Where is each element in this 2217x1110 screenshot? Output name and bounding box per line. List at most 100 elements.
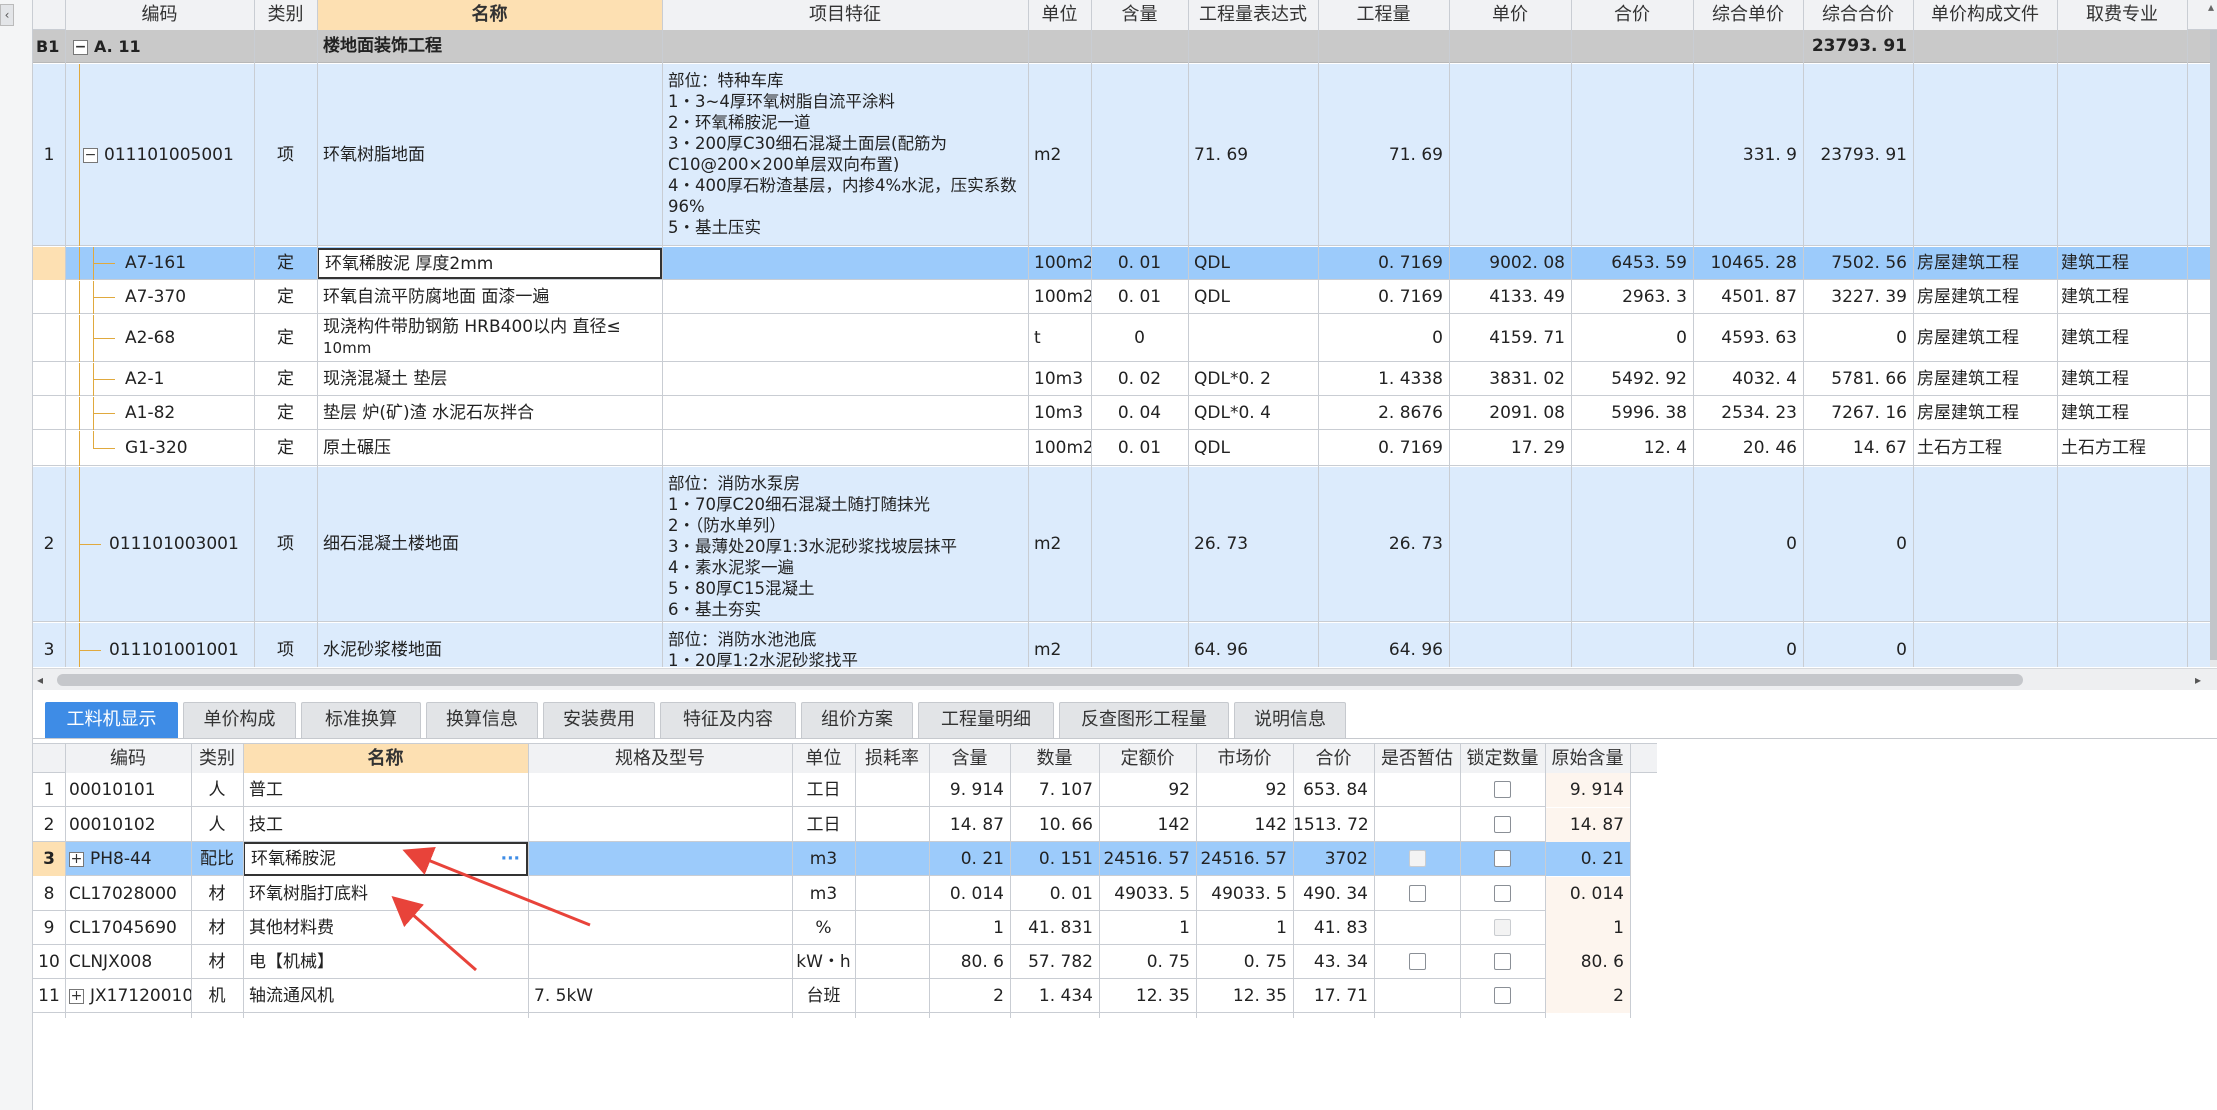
material-spec[interactable]: 7. 5kW [528,979,792,1013]
material-market-price[interactable]: 1 [1196,911,1293,945]
material-loss-rate[interactable] [855,842,929,876]
col-header-code[interactable]: 编码 [65,744,191,774]
col-header-expr[interactable]: 工程量表达式 [1188,0,1318,30]
material-name[interactable]: 轴流通风机 [243,979,528,1013]
col-header-price-file[interactable]: 单价构成文件 [1913,0,2057,30]
material-loss-rate[interactable] [855,979,929,1013]
lock-qty-cell[interactable] [1460,945,1545,979]
sub-name-editor[interactable]: 环氧稀胺泥 厚度2mm [317,248,662,279]
sub-expr[interactable]: QDL [1188,431,1318,466]
material-content[interactable]: 0. 21 [929,842,1010,876]
lock-qty-checkbox[interactable] [1494,780,1511,798]
lock-qty-cell[interactable] [1460,773,1545,807]
lock-qty-cell[interactable] [1460,979,1545,1013]
lock-qty-checkbox[interactable] [1494,849,1511,867]
sub-name[interactable]: 现浇混凝土 垫层 [317,363,662,396]
col-header-fee-major[interactable]: 取费专业 [2057,0,2187,30]
material-loss-rate[interactable] [855,945,929,979]
col-header-name[interactable]: 名称 [243,744,528,774]
material-loss-rate[interactable] [855,773,929,807]
col-header-qty[interactable]: 工程量 [1318,0,1449,30]
material-spec[interactable] [528,911,792,945]
name-editor-text[interactable]: 环氧稀胺泥 [251,849,336,869]
item-feature[interactable]: 部位：特种车库 1・3~4厚环氧树脂自流平涂料 2・环氧稀胺泥一道 3・200厚C30… [662,64,1028,246]
expand-icon[interactable]: + [69,988,84,1004]
sub-row[interactable]: A2-68 定 现浇构件带肋钢筋 HRB400以内 直径≤ 10mm t 0 0 … [33,315,2210,362]
material-row[interactable]: 1 00010101 人普工 工日 9. 914 7. 107 92 92 653. 84 9. … [33,773,1630,807]
sub-expr[interactable]: QDL [1188,247,1318,280]
material-market-price[interactable]: 142 [1196,808,1293,842]
sub-name[interactable]: 垫层 炉(矿)渣 水泥石灰拌合 [317,397,662,430]
estimate-checkbox[interactable] [1408,952,1426,970]
col-header-market-price[interactable]: 市场价 [1196,744,1293,774]
estimate-cell[interactable] [1374,911,1460,945]
col-header-content[interactable]: 含量 [1091,0,1188,30]
col-header-type[interactable]: 类别 [254,0,317,30]
material-market-price[interactable]: 24516. 57 [1196,842,1293,876]
lock-qty-cell[interactable] [1460,877,1545,911]
material-quantity[interactable]: 0. 01 [1010,877,1099,911]
item-expr[interactable]: 64. 96 [1188,633,1318,667]
col-header-code[interactable]: 编码 [65,0,254,30]
col-header-feature[interactable]: 项目特征 [662,0,1028,30]
material-name[interactable]: 普工 [243,773,528,807]
material-name[interactable]: 电【机械】 [243,945,528,979]
tab-standard-conversion[interactable]: 标准换算 [301,702,421,738]
material-content[interactable]: 80. 6 [929,945,1010,979]
lock-qty-cell[interactable] [1460,911,1545,945]
item-name[interactable]: 环氧树脂地面 [317,64,662,246]
material-loss-rate[interactable] [855,911,929,945]
sub-row[interactable]: A1-82 定 垫层 炉(矿)渣 水泥石灰拌合 10m3 0. 04 QDL*0… [33,397,2210,430]
expand-icon[interactable]: + [69,851,84,867]
col-header-name[interactable]: 名称 [317,0,662,30]
col-header-comp-total[interactable]: 综合合价 [1803,0,1913,30]
col-header-spec[interactable]: 规格及型号 [528,744,792,774]
sub-row[interactable]: A7-161 定 环氧稀胺泥 厚度2mm 100m2 0. 01 QDL 0. … [33,247,2210,280]
material-content[interactable]: 0. 014 [929,877,1010,911]
scroll-left-icon[interactable]: ◂ [37,669,51,691]
material-quantity[interactable]: 10. 66 [1010,808,1099,842]
item-feature[interactable]: 部位：消防水池池底 1・20厚1:2水泥砂浆找平 [662,623,1028,667]
sub-expr[interactable]: QDL [1188,281,1318,314]
collapse-left-icon[interactable]: ‹ [0,4,14,26]
item-row-1[interactable]: 1 −011101005001 项 环氧树脂地面 部位：特种车库 1・3~4厚环氧… [33,64,2210,246]
item-name[interactable]: 水泥砂浆楼地面 [317,633,662,667]
material-spec[interactable] [528,945,792,979]
col-header-total[interactable]: 合价 [1571,0,1693,30]
lock-qty-checkbox[interactable] [1494,986,1511,1004]
sub-row[interactable]: G1-320 定 原土碾压 100m2 0. 01 QDL 0. 7169 17… [33,431,2210,466]
material-name[interactable]: 技工 [243,808,528,842]
col-header-unit[interactable]: 单位 [792,744,855,774]
estimate-cell[interactable] [1374,842,1460,876]
col-header-unit[interactable]: 单位 [1028,0,1091,30]
material-content[interactable]: 2 [929,979,1010,1013]
material-quantity[interactable]: 1. 434 [1010,979,1099,1013]
material-market-price[interactable]: 92 [1196,773,1293,807]
col-header-lock-qty[interactable]: 锁定数量 [1460,744,1545,774]
horizontal-scrollbar[interactable]: ◂ ▸ [33,668,2217,690]
material-row[interactable]: 11 + JX17120010 机轴流通风机 7. 5kW 台班 2 1. 434 12. 35… [33,979,1630,1013]
material-quantity[interactable]: 7. 107 [1010,773,1099,807]
estimate-cell[interactable] [1374,877,1460,911]
lock-qty-checkbox[interactable] [1494,884,1511,902]
material-row[interactable]: 10 CLNJX008 材电【机械】 kW・h 80. 6 57. 782 0. 75 0. … [33,945,1630,979]
item-expr[interactable]: 26. 73 [1188,467,1318,622]
material-spec[interactable] [528,877,792,911]
lock-qty-cell[interactable] [1460,842,1545,876]
item-row-3[interactable]: 3 011101001001 项 水泥砂浆楼地面 部位：消防水池池底 1・20厚1… [33,623,2210,667]
lock-qty-checkbox[interactable] [1494,815,1511,833]
material-row[interactable]: 2 00010102 人技工 工日 14. 87 10. 66 142 142 1513. 72… [33,808,1630,842]
estimate-cell[interactable] [1374,979,1460,1013]
lock-qty-checkbox[interactable] [1494,952,1511,970]
tab-conversion-info[interactable]: 换算信息 [426,702,538,738]
item-expr[interactable]: 71. 69 [1188,64,1318,246]
scroll-right-icon[interactable]: ▸ [2195,669,2209,691]
tab-quantity-detail[interactable]: 工程量明细 [918,702,1054,738]
material-row[interactable]: 8 CL17028000 材环氧树脂打底料 m3 0. 014 0. 01 49033. 5… [33,877,1630,911]
sub-expr[interactable]: QDL*0. 4 [1188,397,1318,430]
item-feature[interactable]: 部位：消防水泵房 1・70厚C20细石混凝土随打随抹光 2・（防水单列） 3・最薄处2… [662,467,1028,622]
tab-material-display[interactable]: 工料机显示 [45,702,178,738]
item-name[interactable]: 细石混凝土楼地面 [317,467,662,622]
material-quantity[interactable]: 57. 782 [1010,945,1099,979]
sub-expr[interactable]: QDL*0. 2 [1188,363,1318,396]
